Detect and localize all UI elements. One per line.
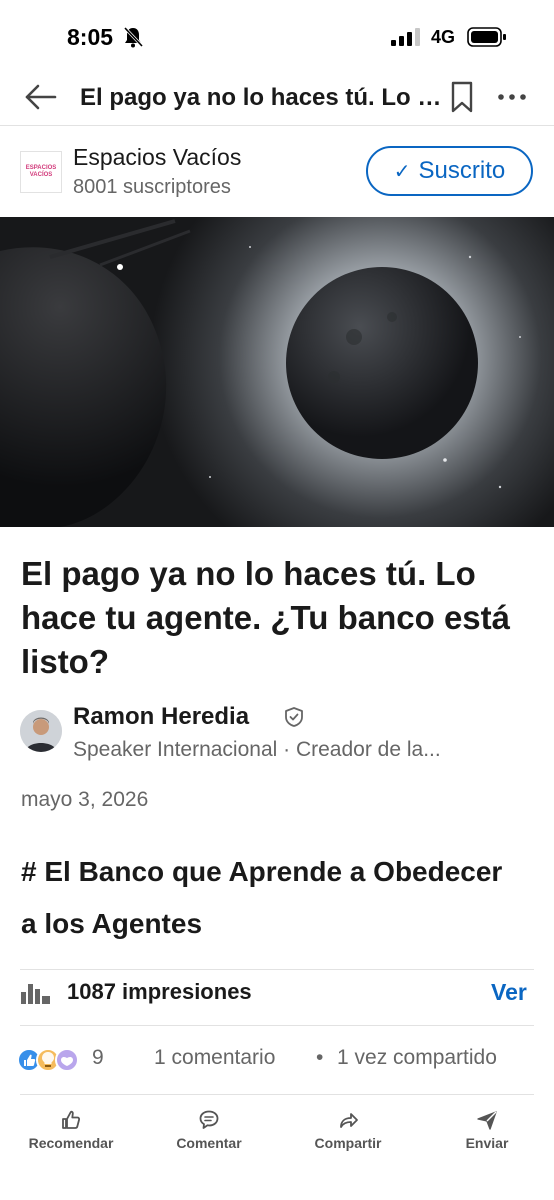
cover-image [0,217,554,527]
send-icon [477,1111,497,1130]
status-bar: 8:05 4G [0,0,554,70]
network-label: 4G [431,27,456,47]
battery-icon [467,27,506,47]
verified-shield-icon [285,707,303,727]
avatar-illustration [20,710,62,752]
separator-dot: • [316,1046,324,1069]
share-button[interactable]: Compartir [288,1105,408,1155]
action-label: Recomendar [28,1135,114,1151]
share-count[interactable]: 1 vez compartido [337,1046,497,1070]
section-heading: # El Banco que Aprende a Obedecer a los … [21,856,503,939]
newsletter-logo[interactable]: ESPACIOS VACÍOS [20,151,62,193]
subscribed-label: Suscrito [418,157,506,184]
newsletter-name[interactable]: Espacios Vacíos [73,144,241,171]
divider [20,1025,534,1026]
article-header: El pago ya no lo haces tú. Lo hace tu ag… [0,70,554,126]
comment-count[interactable]: 1 comentario [154,1046,275,1070]
back-arrow-icon[interactable] [24,82,58,112]
comment-button[interactable]: Comentar [149,1105,269,1155]
reaction-icons[interactable] [16,1046,84,1074]
action-bar: Recomendar Comentar Compartir Enviar [0,1095,554,1165]
author-description: Speaker Internacional · Creador de la... [73,738,441,761]
recommend-button[interactable]: Recomendar [11,1105,131,1155]
article-title: El pago ya no lo haces tú. Lo hace tu ag… [21,555,510,680]
share-icon [340,1113,358,1128]
action-label: Enviar [465,1135,509,1151]
view-analytics-link[interactable]: Ver [491,979,527,1006]
header-title: El pago ya no lo haces tú. Lo hace tu ag… [80,84,448,111]
thumbs-up-icon [62,1110,81,1129]
bell-slash-icon [123,26,143,48]
action-label: Compartir [314,1135,382,1151]
publish-date: mayo 3, 2026 [21,788,149,811]
support-reaction-icon [55,1048,79,1072]
more-options-icon[interactable] [496,86,528,108]
newsletter-subscribers: 8001 suscriptores [73,176,231,198]
newsletter-logo-text: ESPACIOS VACÍOS [25,165,57,178]
send-button[interactable]: Enviar [427,1105,547,1155]
author-name[interactable]: Ramon Heredia [73,703,249,731]
signal-icon [391,28,420,46]
newsletter-row: ESPACIOS VACÍOS Espacios Vacíos 8001 sus… [0,127,554,217]
impressions-count: 1087 impresiones [67,979,252,1004]
cover-illustration [0,217,554,527]
subscribed-button[interactable]: ✓ Suscrito [366,146,533,196]
status-time: 8:05 [67,24,114,50]
analytics-bar-icon [21,984,50,1004]
action-label: Comentar [176,1135,242,1151]
reaction-count[interactable]: 9 [92,1046,104,1070]
author-avatar[interactable] [20,710,62,752]
check-icon: ✓ [393,160,411,183]
divider [20,969,534,970]
comment-icon [199,1110,219,1129]
bookmark-icon[interactable] [450,81,474,113]
